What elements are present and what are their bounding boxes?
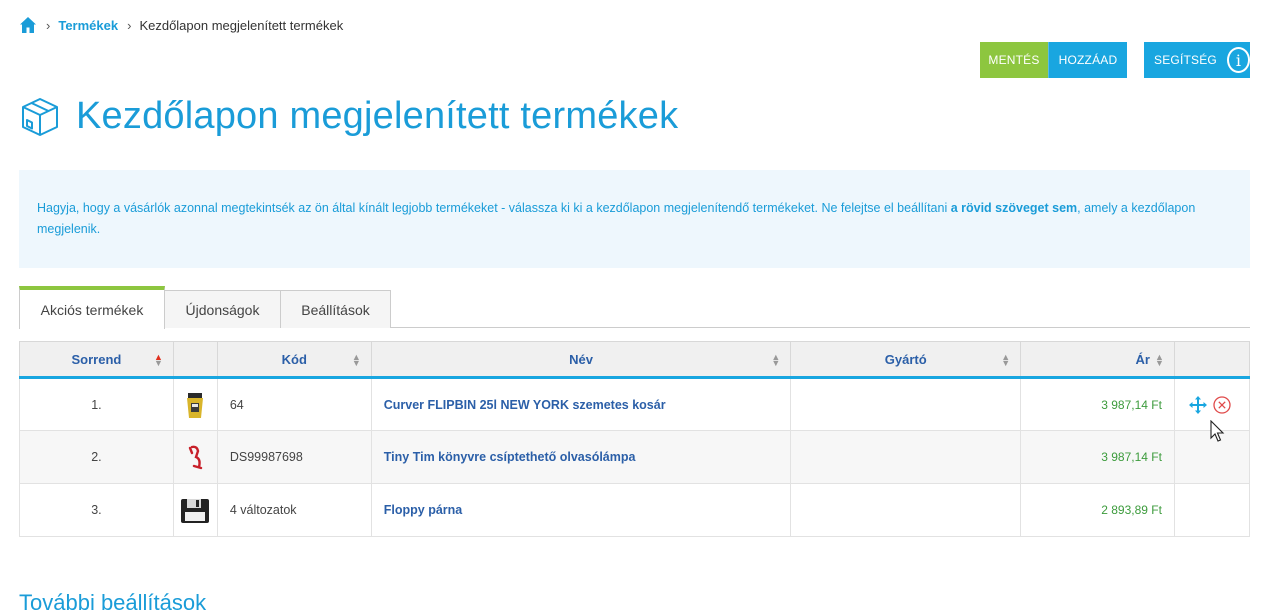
column-header-actions — [1173, 341, 1251, 379]
table-row[interactable]: 1. 64 Curver FLIPBIN 25l NEW YORK szemet… — [19, 377, 1251, 431]
sort-icon[interactable]: ▲ ▼ — [352, 353, 361, 368]
home-icon[interactable] — [19, 16, 37, 34]
breadcrumb-current: Kezdőlapon megjelenített termékek — [139, 17, 344, 33]
info-link-short-text[interactable]: a rövid szöveget sem — [951, 201, 1077, 215]
page-header: Kezdőlapon megjelenített termékek — [19, 95, 678, 138]
table-row[interactable]: 3. 4 változatok Floppy párna 2 893,89 Ft — [19, 483, 1251, 537]
tab-bar: Akciós termékek Újdonságok Beállítások — [19, 286, 1250, 329]
section-title-more-settings: További beállítások — [19, 590, 207, 615]
column-header-manufacturer-label: Gyártó — [884, 351, 927, 367]
save-button[interactable]: MENTÉS — [980, 42, 1048, 78]
cell-price: 3 987,14 Ft — [1020, 377, 1175, 431]
cell-order: 3. — [19, 483, 174, 537]
cell-code: 4 változatok — [216, 483, 372, 537]
tab-settings[interactable]: Beállítások — [281, 290, 391, 328]
cell-image — [172, 430, 218, 484]
table-row[interactable]: 2. DS99987698 Tiny Tim könyvre csíptethe… — [19, 430, 1251, 484]
cell-code: 64 — [216, 377, 372, 431]
sort-icon[interactable]: ▲ ▼ — [1001, 353, 1010, 368]
column-header-price[interactable]: Ár ▲ ▼ — [1020, 341, 1175, 379]
products-table: Sorrend ▲ ▼ Kód ▲ ▼ Név ▲ ▼ Gyártó ▲ ▼ Ár ▲ ▼ — [19, 341, 1251, 537]
cell-price: 2 893,89 Ft — [1020, 483, 1175, 537]
cell-code: DS99987698 — [216, 430, 372, 484]
page-title: Kezdőlapon megjelenített termékek — [76, 95, 679, 137]
cell-price: 3 987,14 Ft — [1020, 430, 1175, 484]
breadcrumb-separator: › — [46, 17, 51, 33]
help-button[interactable]: SEGÍTSÉG i — [1144, 42, 1250, 78]
breadcrumb: › Termékek › Kezdőlapon megjelenített te… — [19, 15, 343, 35]
sort-icon[interactable]: ▲ ▼ — [771, 353, 780, 368]
column-header-name[interactable]: Név ▲ ▼ — [370, 341, 792, 379]
cell-image — [172, 377, 218, 431]
column-header-order-label: Sorrend — [71, 351, 122, 367]
help-button-label: SEGÍTSÉG — [1154, 53, 1217, 67]
product-thumbnail-lamp — [189, 445, 203, 470]
info-box: Hagyja, hogy a vásárlók azonnal megtekin… — [19, 170, 1250, 268]
cell-order: 1. — [19, 377, 174, 431]
column-header-price-label: Ár — [1135, 351, 1150, 367]
info-text: Hagyja, hogy a vásárlók azonnal megtekin… — [37, 201, 951, 215]
breadcrumb-link-products[interactable]: Termékek — [58, 18, 118, 33]
cell-manufacturer — [790, 483, 1022, 537]
breadcrumb-separator: › — [127, 17, 132, 33]
column-header-code-label: Kód — [281, 351, 307, 367]
cell-actions — [1173, 483, 1251, 537]
box-icon — [22, 97, 58, 136]
cell-name-link[interactable]: Curver FLIPBIN 25l NEW YORK szemetes kos… — [370, 377, 792, 431]
product-thumbnail-bin — [187, 392, 204, 418]
product-thumbnail-pillow — [181, 499, 210, 523]
cell-manufacturer — [790, 377, 1022, 431]
info-icon: i — [1226, 47, 1250, 73]
cell-manufacturer — [790, 430, 1022, 484]
cell-name-link[interactable]: Floppy párna — [370, 483, 792, 537]
cell-image — [172, 483, 218, 537]
cell-name-link[interactable]: Tiny Tim könyvre csíptethető olvasólámpa — [370, 430, 792, 484]
toolbar: MENTÉS HOZZÁAD SEGÍTSÉG i — [980, 42, 1250, 78]
column-header-name-label: Név — [569, 351, 593, 367]
column-header-image — [172, 341, 218, 379]
column-header-code[interactable]: Kód ▲ ▼ — [216, 341, 372, 379]
column-header-manufacturer[interactable]: Gyártó ▲ ▼ — [790, 341, 1022, 379]
add-button[interactable]: HOZZÁAD — [1048, 42, 1127, 78]
tab-sale-products[interactable]: Akciós termékek — [19, 286, 165, 329]
column-header-order[interactable]: Sorrend ▲ ▼ — [19, 341, 174, 379]
delete-icon[interactable] — [1213, 395, 1231, 414]
sort-icon[interactable]: ▲ ▼ — [154, 353, 163, 368]
move-icon[interactable] — [1188, 395, 1207, 414]
cell-order: 2. — [19, 430, 174, 484]
mouse-cursor-icon — [1210, 420, 1225, 442]
tab-new-products[interactable]: Újdonságok — [165, 290, 281, 328]
sort-icon[interactable]: ▲ ▼ — [1155, 353, 1164, 368]
